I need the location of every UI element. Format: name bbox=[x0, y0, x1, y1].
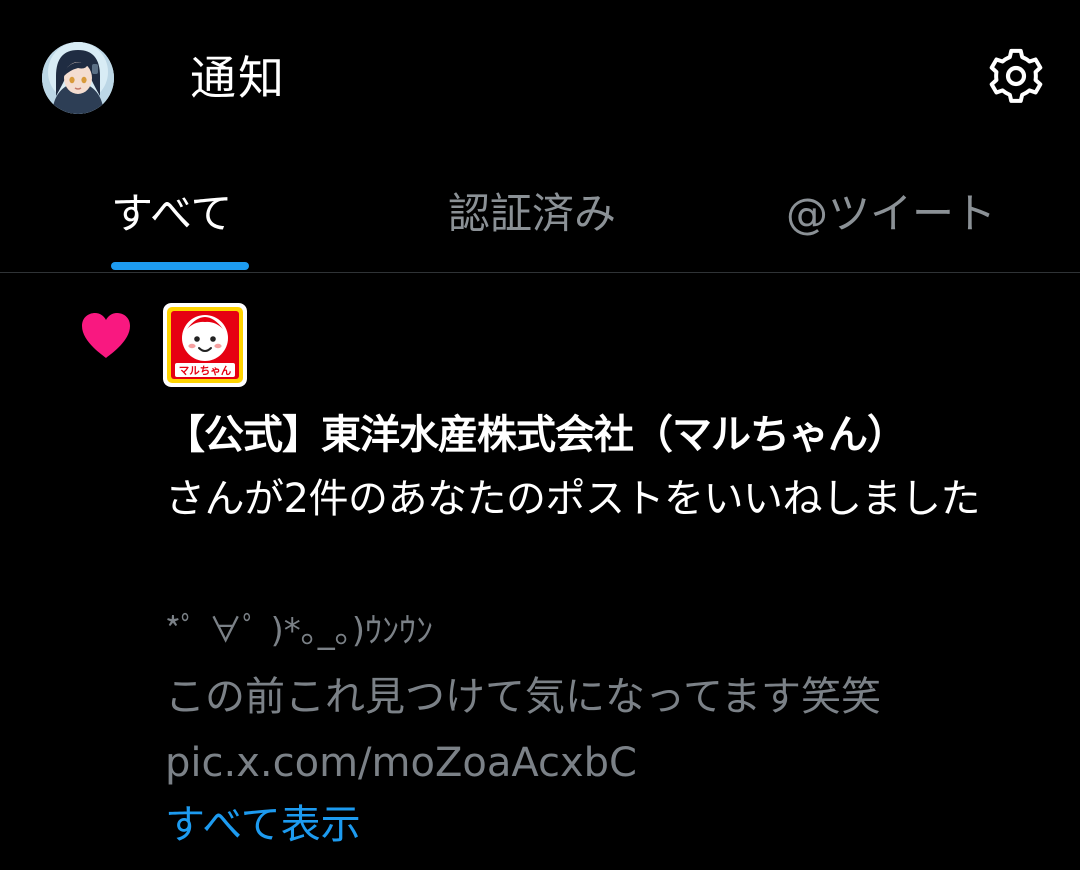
settings-button[interactable] bbox=[984, 44, 1048, 108]
tab-all[interactable]: すべて bbox=[111, 186, 232, 242]
logo-wordmark: マルちゃん bbox=[179, 365, 232, 377]
tab-verified[interactable]: 認証済み bbox=[448, 186, 616, 242]
page-title: 通知 bbox=[190, 51, 286, 105]
avatar-image bbox=[42, 42, 114, 114]
tab-bar: すべて 認証済み @ツイート bbox=[0, 150, 1080, 273]
notification-action-text: さんが2件のあなたのポストをいいねしました bbox=[165, 476, 980, 522]
post-text-line: この前これ見つけて気になってます笑笑 bbox=[165, 674, 881, 720]
gear-icon bbox=[989, 48, 1043, 103]
actor-name[interactable]: 【公式】東洋水産株式会社（マルちゃん） bbox=[165, 412, 907, 458]
post-preview[interactable]: *ﾟ ∀ﾟ )*｡_｡)ｳﾝｳﾝ この前これ見つけて気になってます笑笑 pic.… bbox=[165, 598, 1045, 796]
actor-avatar[interactable]: マルちゃん bbox=[163, 303, 247, 387]
tab-mentions[interactable]: @ツイート bbox=[786, 186, 996, 242]
post-link[interactable]: pic.x.com/moZoaAcxbC bbox=[165, 730, 1045, 796]
show-all-link[interactable]: すべて表示 bbox=[165, 797, 361, 853]
notification-message: 【公式】東洋水産株式会社（マルちゃん） さんが2件のあなたのポストをいいねしまし… bbox=[165, 403, 1045, 531]
user-avatar[interactable] bbox=[42, 42, 114, 114]
heart-icon bbox=[78, 311, 134, 361]
post-text-line: *ﾟ ∀ﾟ )*｡_｡)ｳﾝｳﾝ bbox=[165, 611, 434, 651]
active-tab-indicator bbox=[111, 262, 249, 270]
notification-item[interactable]: マルちゃん 【公式】東洋水産株式会社（マルちゃん） さんが2件のあなたのポストを… bbox=[0, 273, 1080, 870]
top-app-bar: 通知 bbox=[0, 0, 1080, 150]
